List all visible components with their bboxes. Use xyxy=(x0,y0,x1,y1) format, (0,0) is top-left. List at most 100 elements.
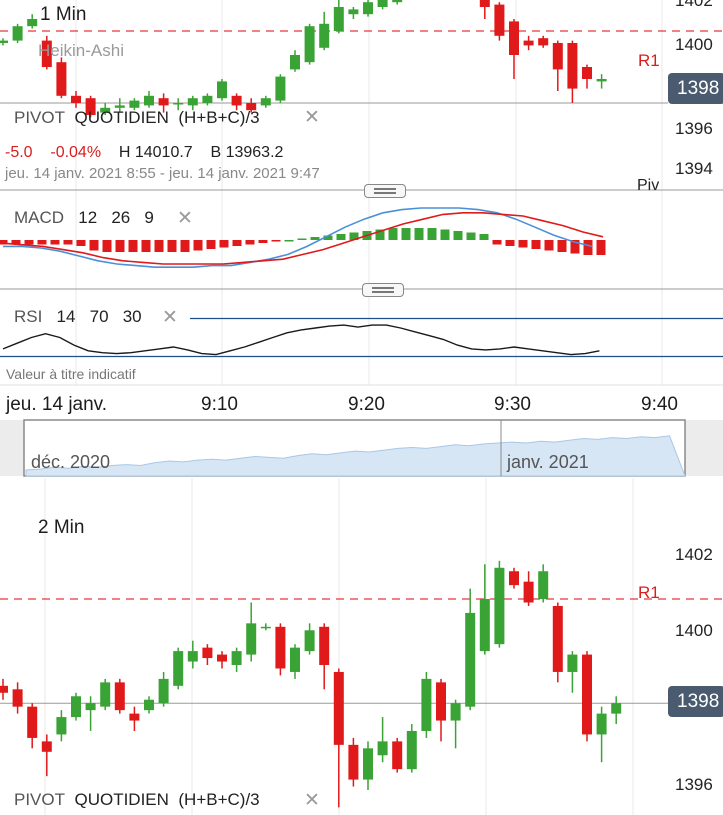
macd-histogram-bar xyxy=(284,240,294,242)
bottom-candle xyxy=(611,703,622,714)
macd-slow: 26 xyxy=(111,208,131,227)
macd-histogram-bar xyxy=(76,240,86,246)
macd-histogram-bar xyxy=(401,228,411,240)
bottom-candle xyxy=(0,685,8,693)
top-candle xyxy=(129,100,140,108)
macd-histogram-bar xyxy=(89,240,99,251)
macd-name: MACD xyxy=(14,208,65,227)
bottom-candle xyxy=(173,651,184,686)
macd-histogram-bar xyxy=(128,240,138,252)
price-tag: 1398 xyxy=(668,73,723,104)
macd-histogram-bar xyxy=(193,240,203,251)
macd-histogram-bar xyxy=(453,231,463,240)
top-candle xyxy=(348,9,359,15)
macd-remove-icon[interactable]: ✕ xyxy=(177,207,193,230)
bottom-candle xyxy=(377,741,388,756)
pivot-legend[interactable]: PIVOT QUOTIDIEN (H+B+C)/3 xyxy=(14,109,260,126)
top-candle xyxy=(27,19,38,27)
top-candle xyxy=(144,95,154,106)
bottom-candle xyxy=(552,605,563,672)
top-timeframe-label: 1 Min xyxy=(40,4,87,25)
bottom-candle xyxy=(158,678,169,704)
rsi-legend[interactable]: RSI 14 70 30 xyxy=(14,308,142,325)
bottom-candle xyxy=(509,571,519,586)
bottom-candle xyxy=(290,647,300,672)
bottom-candle xyxy=(567,654,578,672)
bottom-candle xyxy=(450,703,461,721)
bottom-r1-label: R1 xyxy=(638,583,660,602)
bottom-candle xyxy=(114,682,125,711)
bottom-candle xyxy=(304,630,315,652)
macd-histogram-bar xyxy=(492,240,502,245)
pivot-remove-icon[interactable]: ✕ xyxy=(304,106,320,129)
macd-histogram-bar xyxy=(297,238,307,240)
bottom-candle xyxy=(538,571,549,600)
macd-histogram-bar xyxy=(479,234,489,240)
time-axis-date: jeu. 14 janv. xyxy=(6,394,108,415)
resize-handle-rsi[interactable] xyxy=(362,283,404,297)
rsi-remove-icon[interactable]: ✕ xyxy=(162,306,178,329)
bottom-candle xyxy=(12,689,23,707)
bottom-candle xyxy=(85,703,96,711)
bottom-candle xyxy=(333,671,344,745)
y-tick-top-cut: 1402 xyxy=(675,0,713,10)
top-candle xyxy=(260,98,271,106)
top-candle xyxy=(363,2,373,15)
bottom-pivot-remove-icon[interactable]: ✕ xyxy=(304,789,320,812)
y-tick-1396: 1396 xyxy=(675,119,713,138)
bottom-price-tag: 1398 xyxy=(668,686,723,717)
rsi-upper: 70 xyxy=(89,307,109,326)
bottom-y-tick-1400: 1400 xyxy=(675,621,713,640)
top-candle xyxy=(275,76,286,101)
bottom-candle xyxy=(144,699,154,711)
macd-histogram-bar xyxy=(531,240,541,249)
bottom-candle xyxy=(260,626,271,629)
macd-fast: 12 xyxy=(78,208,98,227)
pivot-legend-period: QUOTIDIEN xyxy=(74,108,169,127)
low-value: B 13963.2 xyxy=(210,144,284,161)
bottom-candle xyxy=(596,713,607,735)
top-candle xyxy=(377,0,388,7)
macd-histogram-bar xyxy=(37,240,47,245)
macd-histogram-bar xyxy=(167,240,177,252)
macd-histogram-bar xyxy=(505,240,515,246)
macd-histogram-bar xyxy=(466,232,476,240)
bottom-candle xyxy=(465,612,476,707)
top-candle xyxy=(158,98,169,106)
top-candle xyxy=(567,43,578,89)
time-tick-930: 9:30 xyxy=(494,394,531,415)
macd-histogram-bar xyxy=(206,240,216,249)
bottom-pivot-legend[interactable]: PIVOT QUOTIDIEN (H+B+C)/3 xyxy=(14,791,260,808)
bottom-y-tick-1396: 1396 xyxy=(675,775,713,794)
bottom-candle xyxy=(100,682,111,707)
top-candle xyxy=(12,26,23,41)
bottom-candle xyxy=(582,654,592,735)
macd-histogram-bar xyxy=(310,237,320,240)
macd-histogram-bar xyxy=(141,240,151,252)
y-tick-1400: 1400 xyxy=(675,35,713,54)
bottom-candle xyxy=(494,567,505,645)
top-candle xyxy=(479,0,490,8)
macd-histogram-bar xyxy=(115,240,125,252)
high-value: H 14010.7 xyxy=(118,144,193,161)
macd-histogram-bar xyxy=(427,228,437,240)
macd-histogram-bar xyxy=(414,228,424,240)
rsi-period: 14 xyxy=(56,307,76,326)
macd-histogram-bar xyxy=(258,240,268,243)
y-tick-1394: 1394 xyxy=(675,159,713,178)
bottom-timeframe-label: 2 Min xyxy=(38,517,85,538)
resize-handle-macd[interactable] xyxy=(364,184,406,198)
bottom-candle xyxy=(319,626,330,665)
top-candle xyxy=(304,26,315,63)
macd-legend[interactable]: MACD 12 26 9 xyxy=(14,209,154,226)
top-candle xyxy=(217,81,227,99)
macd-histogram-bar xyxy=(63,240,73,245)
date-range: jeu. 14 janv. 2021 8:55 - jeu. 14 janv. … xyxy=(5,165,320,182)
top-candle xyxy=(173,103,184,105)
macd-histogram-bar xyxy=(388,228,398,240)
top-candle xyxy=(319,23,330,48)
macd-histogram-bar xyxy=(154,240,164,252)
navigator-label-jan: janv. 2021 xyxy=(507,452,589,472)
bottom-candle xyxy=(217,654,227,662)
macd-histogram-bar xyxy=(518,240,528,248)
